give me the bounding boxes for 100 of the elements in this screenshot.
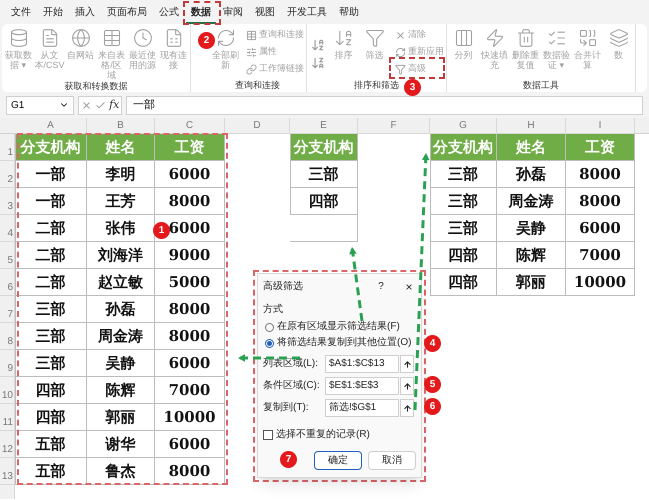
table-cell: 8000 [566,188,635,215]
table-cell: 二部 [15,242,87,269]
header-cell: 工资 [566,134,635,161]
sort-ascending-icon[interactable] [311,38,325,52]
menu-tab[interactable]: 文件 [6,2,36,24]
column-header[interactable]: E [290,118,358,134]
table-cell: 四部 [290,188,358,215]
header-cell: 工资 [155,134,225,161]
column-header[interactable]: B [87,118,155,134]
highlight-frame [389,57,445,79]
field-label: 条件区域(C): [263,380,321,392]
table-cell: 6000 [155,350,225,377]
table-cell: 10000 [566,269,635,296]
table-cell: 孙磊 [87,296,155,323]
row-header[interactable]: 11 [0,404,15,431]
name-box[interactable]: G1 [6,96,74,114]
row-header[interactable]: 2 [0,161,15,188]
filter-icon [364,28,384,48]
menu-tab[interactable]: 开始 [38,2,68,24]
table-cell: 五部 [15,431,87,458]
input-field[interactable]: $E$1:$E$3 [325,377,399,395]
row-header-strip [0,485,15,499]
ok-button[interactable]: 确定 [314,451,362,470]
menu-tab[interactable]: 插入 [70,2,100,24]
menu-tab[interactable]: 帮助 [334,2,364,24]
table-cell: 一部 [15,161,87,188]
table-cell: 一部 [15,188,87,215]
row-header[interactable]: 13 [0,458,15,485]
table-cell: 三部 [430,161,497,188]
table-cell: 郭丽 [87,404,155,431]
table-cell: 二部 [15,215,87,242]
checkbox-option[interactable]: 选择不重复的记录(R) [263,429,370,441]
row-header[interactable]: 1 [0,134,15,161]
column-header[interactable]: C [155,118,225,134]
row-header[interactable]: 6 [0,269,15,296]
checkbox[interactable] [263,430,273,440]
row-header[interactable]: 7 [0,296,15,323]
table-cell: 周金涛 [87,323,155,350]
collapse-button[interactable] [400,377,414,395]
menu-tab[interactable]: 开发工具 [282,2,332,24]
table-cell: 三部 [15,296,87,323]
close-button[interactable]: × [402,280,416,292]
header-cell: 姓名 [87,134,155,161]
row-header[interactable]: 3 [0,188,15,215]
cancel-button[interactable]: 取消 [368,451,416,470]
row-header[interactable]: 12 [0,431,15,458]
table-cell: 8000 [155,296,225,323]
input-field[interactable]: 筛选!$G$1 [325,399,399,417]
group-label: 查询和连接 [235,79,280,92]
table-cell: 二部 [15,269,87,296]
table-cell: 6000 [566,215,635,242]
column-header[interactable]: G [430,118,497,134]
step-badge: 5 [424,376,441,393]
menu-tab[interactable]: 视图 [250,2,280,24]
radio-icon[interactable] [265,322,274,332]
column-header[interactable]: D [225,118,290,134]
table-cell: 谢华 [87,431,155,458]
table-cell: 6000 [155,161,225,188]
table-cell: 7000 [566,242,635,269]
trash-icon [516,28,536,48]
table-cell: 8000 [155,188,225,215]
properties-icon [246,46,257,58]
header-cell: 姓名 [497,134,566,161]
database-icon [8,28,28,48]
table-cell: 陈辉 [497,242,566,269]
menu-tab[interactable]: 审阅 [218,2,248,24]
table-cell: 6000 [155,431,225,458]
table-cell: 张伟 [87,215,155,242]
row-header[interactable]: 10 [0,377,15,404]
menu-tab[interactable]: 页面布局 [102,2,152,24]
upload-arrow-icon [402,382,412,390]
table-cell: 吴静 [497,215,566,242]
column-header[interactable]: H [497,118,566,134]
enter-icon[interactable] [94,100,106,110]
step-badge: 4 [424,335,441,352]
help-button[interactable]: ? [374,280,388,292]
sort-descending-icon[interactable] [311,56,325,70]
column-header[interactable]: F [358,118,430,134]
formula-input[interactable]: 一部 [126,96,643,114]
refresh-icon [395,46,406,58]
row-header[interactable]: 5 [0,242,15,269]
collapse-button[interactable] [400,399,414,417]
clock-icon [132,28,152,48]
row-header[interactable]: 8 [0,323,15,350]
refresh-icon [216,28,236,48]
radio-option[interactable]: 将筛选结果复制到其他位置(O) [265,337,412,349]
row-header[interactable]: 4 [0,215,15,242]
upload-arrow-icon [402,404,412,412]
column-header[interactable]: A [15,118,87,134]
row-header[interactable]: 9 [0,350,15,377]
cancel-icon[interactable] [80,100,92,110]
column-header[interactable]: I [566,118,635,134]
input-field[interactable]: $A$1:$C$13 [325,355,399,373]
table-cell: 郭丽 [497,269,566,296]
menu-tab[interactable]: 公式 [154,2,184,24]
collapse-button[interactable] [400,355,414,373]
table-cell: 陈辉 [87,377,155,404]
table-cell: 8000 [155,323,225,350]
radio-option[interactable]: 在原有区域显示筛选结果(F) [265,321,400,333]
radio-icon[interactable] [265,338,274,348]
